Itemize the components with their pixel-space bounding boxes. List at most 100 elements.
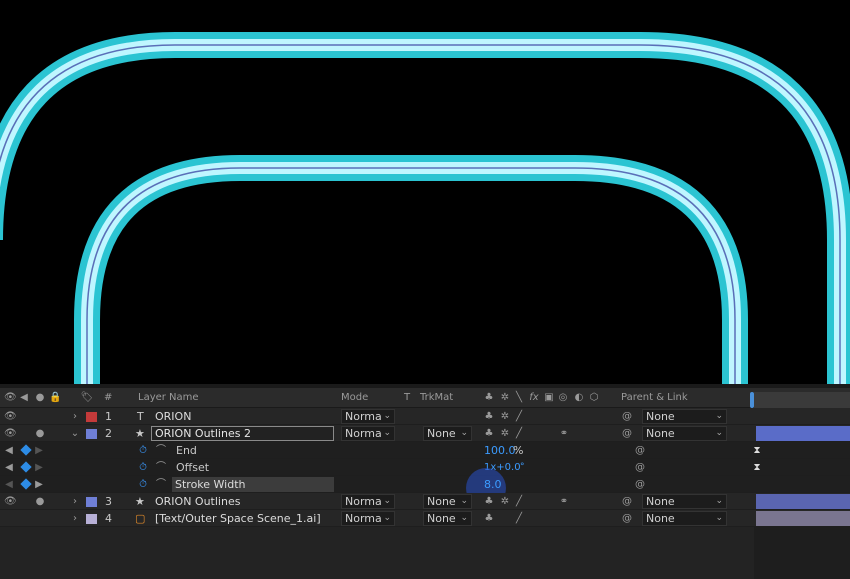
label-color-swatch[interactable] xyxy=(86,514,97,524)
lock-icon[interactable]: 🔒 xyxy=(49,388,61,408)
quality-switch-icon[interactable]: ╱ xyxy=(513,510,525,527)
shy-switch-icon[interactable]: ♣ xyxy=(483,493,495,510)
keyframe-diamond-icon[interactable] xyxy=(20,478,32,490)
composition-viewer[interactable] xyxy=(0,0,850,384)
pick-whip-icon[interactable]: @ xyxy=(634,476,646,493)
layer-row[interactable]: 👁 ● ⌄ 2 ★ ORION Outlines 2 Norma ⌄ None ⌄ … xyxy=(0,425,850,442)
motion-blur-switch-icon[interactable]: ⚭ xyxy=(557,493,571,510)
quality-switch-icon[interactable]: ╱ xyxy=(513,493,525,510)
collapse-switch-icon[interactable]: ✲ xyxy=(499,425,511,442)
chevron-right-icon[interactable]: › xyxy=(70,493,80,510)
timeline-panel: 👁 ◀ ● 🔒 🏷 # Layer Name Mode T TrkMat ♣ ✲… xyxy=(0,384,850,579)
layer-row[interactable]: 👁 › 1 T ORION Norma ⌄ ♣ ✲ ╱ @ None ⌄ xyxy=(0,408,850,425)
eye-icon[interactable]: 👁 xyxy=(4,425,17,442)
3d-icon[interactable]: ⬡ xyxy=(588,388,600,408)
stopwatch-icon[interactable]: ⏱ xyxy=(137,459,149,476)
keyframe-hourglass-icon[interactable]: ⧗ xyxy=(752,459,762,476)
stopwatch-icon[interactable]: ⏱ xyxy=(137,442,149,459)
current-time-indicator[interactable] xyxy=(750,392,754,408)
pick-whip-icon[interactable]: @ xyxy=(634,442,646,459)
prev-keyframe-icon[interactable]: ◀ xyxy=(4,459,14,476)
adjustment-icon[interactable]: ◐ xyxy=(573,388,585,408)
shy-switch-icon[interactable]: ♣ xyxy=(483,408,495,425)
mode-dropdown[interactable]: Norma ⌄ xyxy=(341,426,395,441)
label-color-swatch[interactable] xyxy=(86,497,97,507)
label-color-swatch[interactable] xyxy=(86,429,97,439)
layer-name[interactable]: ORION xyxy=(155,408,191,425)
property-value[interactable]: 100.0 xyxy=(484,442,516,459)
collapse-switch-icon[interactable]: ✲ xyxy=(499,408,511,425)
property-row[interactable]: ◀ ▶ ⏱ ⌒ Offset 1x+0.0 ° @ ⧗ xyxy=(0,459,850,476)
layer-row[interactable]: 👁 ● › 3 ★ ORION Outlines Norma ⌄ None ⌄ ♣ … xyxy=(0,493,850,510)
solo-dot-icon[interactable]: ● xyxy=(34,493,46,510)
frame-blend-icon[interactable]: ▣ xyxy=(543,388,555,408)
eye-icon[interactable]: 👁 xyxy=(4,493,17,510)
pick-whip-icon[interactable]: @ xyxy=(621,493,633,510)
label-tag-icon[interactable]: 🏷 xyxy=(80,388,94,408)
parent-dropdown[interactable]: None ⌄ xyxy=(642,409,727,424)
pick-whip-icon[interactable]: @ xyxy=(621,425,633,442)
next-keyframe-icon[interactable]: ▶ xyxy=(34,459,44,476)
motion-blur-icon[interactable]: ◎ xyxy=(557,388,569,408)
property-name-selected[interactable]: Stroke Width xyxy=(172,477,334,492)
quality-switch-icon[interactable]: ╱ xyxy=(513,408,525,425)
collapse-icon[interactable]: ✲ xyxy=(499,388,511,408)
trkmat-dropdown[interactable]: None ⌄ xyxy=(423,511,472,526)
next-keyframe-icon[interactable]: ▶ xyxy=(34,476,44,493)
layer-row[interactable]: › 4 ▢ [Text/Outer Space Scene_1.ai] Norm… xyxy=(0,510,850,527)
chevron-down-icon[interactable]: ⌄ xyxy=(70,425,80,442)
shy-switch-icon[interactable]: ♣ xyxy=(483,510,495,527)
mode-dropdown[interactable]: Norma ⌄ xyxy=(341,494,395,509)
keyframe-diamond-icon[interactable] xyxy=(20,444,32,456)
motion-blur-switch-icon[interactable]: ⚭ xyxy=(557,425,571,442)
layer-duration-bar[interactable] xyxy=(756,494,850,509)
keyframe-hourglass-icon[interactable]: ⧗ xyxy=(752,442,762,459)
eye-icon[interactable]: 👁 xyxy=(4,388,17,408)
layer-name-header[interactable]: Layer Name xyxy=(138,388,199,408)
preserve-transparency-header[interactable]: T xyxy=(404,388,410,408)
property-row[interactable]: ◀ ▶ ⏱ ⌒ Stroke Width 8.0 @ xyxy=(0,468,850,508)
chevron-right-icon[interactable]: › xyxy=(70,510,80,527)
parent-dropdown[interactable]: None ⌄ xyxy=(642,494,727,509)
stopwatch-icon[interactable]: ⏱ xyxy=(137,476,149,493)
eye-icon[interactable]: 👁 xyxy=(4,408,17,425)
layer-name[interactable]: ORION Outlines xyxy=(155,493,240,510)
mode-dropdown[interactable]: Norma ⌄ xyxy=(341,511,395,526)
keyframe-diamond-icon[interactable] xyxy=(20,461,32,473)
trkmat-dropdown[interactable]: None ⌄ xyxy=(423,494,472,509)
property-value[interactable]: 8.0 xyxy=(484,476,502,493)
collapse-switch-icon[interactable]: ✲ xyxy=(499,493,511,510)
layer-duration-bar[interactable] xyxy=(756,511,850,526)
parent-dropdown[interactable]: None ⌄ xyxy=(642,426,727,441)
pick-whip-icon[interactable]: @ xyxy=(621,408,633,425)
shy-switch-icon[interactable]: ♣ xyxy=(483,425,495,442)
graph-icon[interactable]: ⌒ xyxy=(155,442,167,459)
fx-icon[interactable]: fx xyxy=(527,388,541,408)
layer-name-edit-field[interactable]: ORION Outlines 2 xyxy=(151,426,334,441)
pick-whip-icon[interactable]: @ xyxy=(634,459,646,476)
layer-name[interactable]: [Text/Outer Space Scene_1.ai] xyxy=(155,510,321,527)
chevron-right-icon[interactable]: › xyxy=(70,408,80,425)
prev-keyframe-icon[interactable]: ◀ xyxy=(4,476,14,493)
graph-icon[interactable]: ⌒ xyxy=(155,476,167,493)
property-row[interactable]: ◀ ▶ ⏱ ⌒ End 100.0 % @ ⧗ xyxy=(0,442,850,459)
next-keyframe-icon[interactable]: ▶ xyxy=(34,442,44,459)
label-color-swatch[interactable] xyxy=(86,412,97,422)
pick-whip-icon[interactable]: @ xyxy=(621,510,633,527)
quality-switch-icon[interactable]: ╱ xyxy=(513,425,525,442)
audio-icon[interactable]: ◀ xyxy=(18,388,30,408)
trkmat-header[interactable]: TrkMat xyxy=(420,388,453,408)
shy-icon[interactable]: ♣ xyxy=(483,388,495,408)
graph-icon[interactable]: ⌒ xyxy=(155,459,167,476)
mode-header[interactable]: Mode xyxy=(341,388,368,408)
mode-dropdown[interactable]: Norma ⌄ xyxy=(341,409,395,424)
quality-icon[interactable]: ╲ xyxy=(513,388,525,408)
parent-dropdown[interactable]: None ⌄ xyxy=(642,511,727,526)
solo-icon[interactable]: ● xyxy=(34,388,46,408)
number-header[interactable]: # xyxy=(104,388,112,408)
layer-duration-bar[interactable] xyxy=(756,426,850,441)
solo-dot-icon[interactable]: ● xyxy=(34,425,46,442)
parent-link-header[interactable]: Parent & Link xyxy=(621,388,688,408)
prev-keyframe-icon[interactable]: ◀ xyxy=(4,442,14,459)
trkmat-dropdown[interactable]: None ⌄ xyxy=(423,426,472,441)
